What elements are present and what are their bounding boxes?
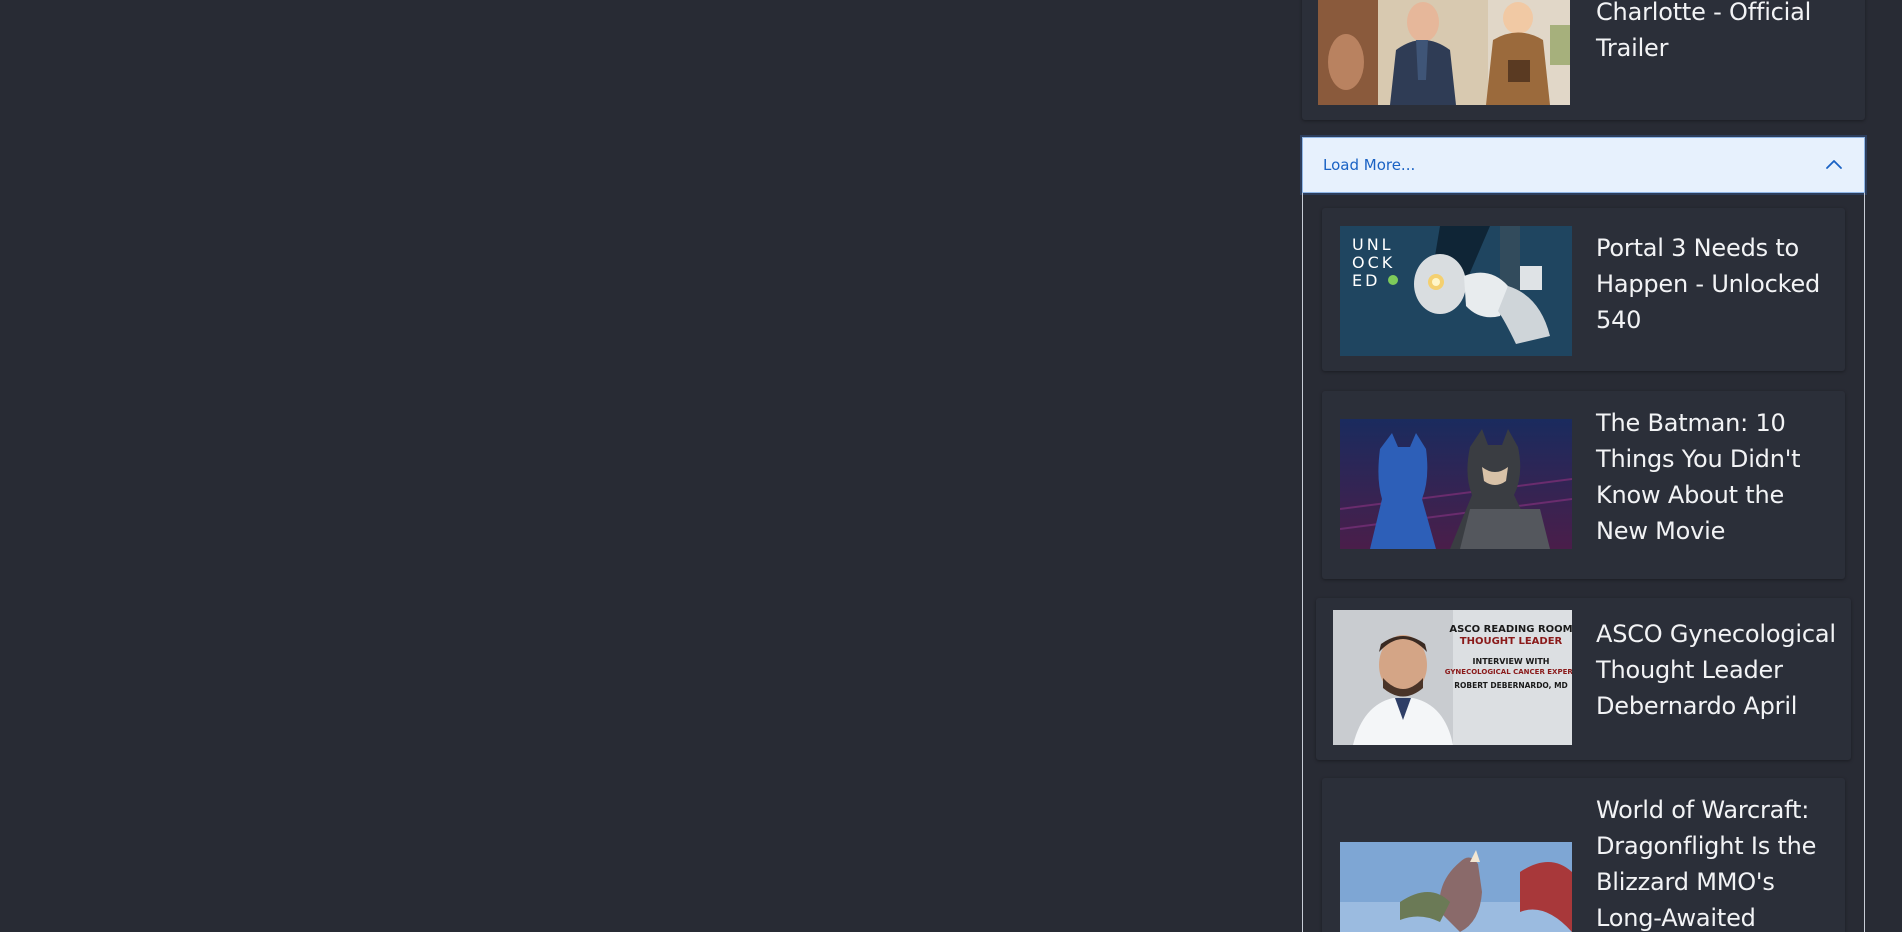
asco-interview-image: ASCO READING ROOM THOUGHT LEADER INTERVI…: [1333, 610, 1572, 745]
thumbnail-text: INTERVIEW WITH: [1473, 657, 1550, 666]
animated-trailer-image: [1318, 0, 1570, 105]
video-thumbnail[interactable]: [1340, 842, 1572, 932]
video-card-dragonflight[interactable]: World of Warcraft: Dragonflight Is the B…: [1322, 778, 1845, 932]
batman-image: [1340, 419, 1572, 549]
thumbnail-text: ASCO READING ROOM: [1449, 624, 1572, 635]
thumbnail-text: ROBERT DEBERNARDO, MD: [1454, 681, 1568, 690]
thumbnail-text: UNL: [1352, 235, 1394, 254]
video-thumbnail[interactable]: [1340, 419, 1572, 549]
video-card-portal[interactable]: UNL OCK ED Portal 3 Needs to Happen - Un…: [1322, 208, 1845, 371]
video-card-batman[interactable]: The Batman: 10 Things You Didn't Know Ab…: [1322, 391, 1845, 579]
video-title[interactable]: ASCO Gynecological Thought Leader Debern…: [1596, 616, 1836, 724]
thumbnail-text: OCK: [1352, 253, 1395, 272]
video-title[interactable]: Charlotte - Official Trailer: [1596, 0, 1836, 66]
video-title[interactable]: Portal 3 Needs to Happen - Unlocked 540: [1596, 230, 1826, 338]
chevron-up-icon: [1826, 160, 1842, 169]
thumbnail-text: ED: [1352, 271, 1380, 290]
thumbnail-text: GYNECOLOGICAL CANCER EXPERT: [1445, 668, 1572, 676]
video-card-charlotte[interactable]: Charlotte - Official Trailer: [1302, 0, 1865, 120]
load-more-label: Load More...: [1323, 156, 1416, 174]
video-thumbnail[interactable]: ASCO READING ROOM THOUGHT LEADER INTERVI…: [1333, 610, 1572, 745]
video-card-asco[interactable]: ASCO READING ROOM THOUGHT LEADER INTERVI…: [1316, 598, 1851, 760]
video-title[interactable]: The Batman: 10 Things You Didn't Know Ab…: [1596, 405, 1826, 549]
dragonflight-image: [1340, 842, 1572, 932]
unlocked-portal-image: UNL OCK ED: [1340, 226, 1572, 356]
page: Charlotte - Official Trailer Load More..…: [0, 0, 1902, 932]
thumbnail-text: THOUGHT LEADER: [1460, 636, 1563, 647]
load-more-button[interactable]: Load More...: [1302, 137, 1865, 193]
video-title[interactable]: World of Warcraft: Dragonflight Is the B…: [1596, 792, 1831, 932]
video-thumbnail[interactable]: [1318, 0, 1570, 105]
video-thumbnail[interactable]: UNL OCK ED: [1340, 226, 1572, 356]
